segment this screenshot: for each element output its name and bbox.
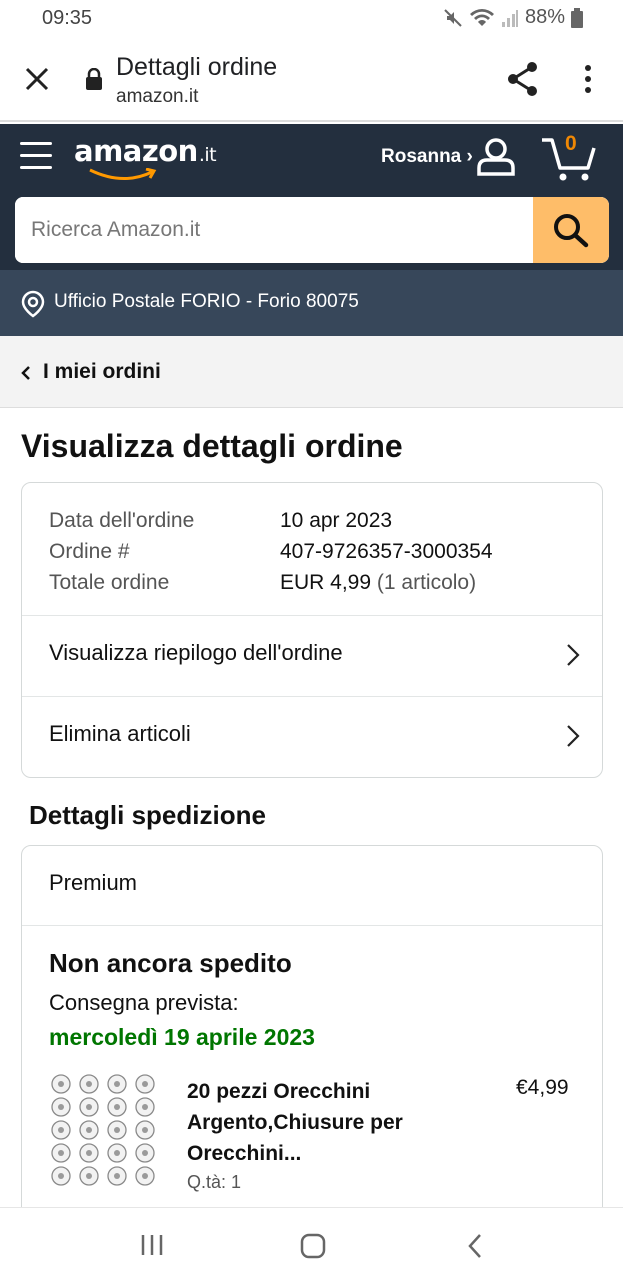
delivery-estimate-date: mercoledì 19 aprile 2023: [49, 1024, 315, 1050]
delete-items-link[interactable]: Elimina articoli: [22, 697, 602, 777]
info-label: Ordine #: [49, 540, 130, 563]
share-icon[interactable]: [506, 60, 540, 98]
product-image[interactable]: [49, 1072, 163, 1188]
info-label: Totale ordine: [49, 571, 170, 594]
product-title-link[interactable]: 20 pezzi Orecchini Argento,Chiusure per …: [187, 1076, 447, 1169]
wifi-icon: [469, 8, 494, 26]
lock-icon[interactable]: [84, 68, 104, 90]
status-bar: 09:35 88%: [0, 0, 623, 40]
order-date-row: Data dell'ordine 10 apr 2023: [49, 505, 493, 536]
logo-smile-icon: [89, 168, 157, 181]
info-value: 10 apr 2023: [280, 509, 393, 532]
signal-icon: [501, 9, 518, 27]
battery-icon: [571, 7, 583, 28]
info-label: Data dell'ordine: [49, 509, 195, 532]
order-number-row: Ordine # 407-9726357-3000354: [49, 536, 493, 567]
chevron-right-icon: [567, 725, 580, 747]
back-icon[interactable]: [466, 1233, 484, 1259]
shipment-status: Non ancora spedito: [49, 948, 292, 978]
order-total-value: EUR 4,99: [280, 571, 372, 594]
view-order-summary-link[interactable]: Visualizza riepilogo dell'ordine: [22, 616, 602, 696]
delivery-location-bar[interactable]: Ufficio Postale FORIO - Forio 80075: [0, 270, 623, 336]
browser-toolbar: Dettagli ordine amazon.it: [0, 40, 623, 122]
cart-count-badge: 0: [565, 132, 577, 155]
shipping-heading: Dettagli spedizione: [29, 800, 266, 830]
product-quantity: Q.tà: 1: [187, 1172, 242, 1192]
divider: [22, 925, 602, 926]
chevron-right-icon: [567, 644, 580, 666]
search-bar: [15, 197, 609, 263]
status-icons: 88%: [443, 6, 583, 29]
search-input[interactable]: [15, 197, 535, 263]
system-navigation-bar: [0, 1207, 623, 1280]
delivery-estimate-label: Consegna prevista:: [49, 990, 239, 1015]
chevron-left-icon: [21, 366, 30, 380]
breadcrumb[interactable]: I miei ordini: [0, 336, 623, 408]
location-pin-icon: [21, 290, 45, 318]
battery-level: 88%: [524, 6, 565, 28]
page-heading: Visualizza dettagli ordine: [21, 428, 403, 464]
shipping-type: Premium: [49, 870, 138, 895]
close-icon[interactable]: [20, 62, 54, 96]
mute-icon: [444, 8, 462, 27]
delivery-location-text: Ufficio Postale FORIO - Forio 80075: [54, 291, 359, 312]
recent-apps-icon[interactable]: [140, 1234, 164, 1256]
info-value: 407-9726357-3000354: [280, 540, 493, 563]
page-url[interactable]: amazon.it: [116, 86, 198, 108]
search-icon: [554, 214, 589, 248]
search-button[interactable]: [533, 197, 609, 263]
home-icon[interactable]: [300, 1233, 326, 1259]
info-value: EUR 4,99 (1 articolo): [280, 567, 476, 598]
order-item-count: (1 articolo): [376, 571, 477, 594]
product-price: €4,99: [516, 1076, 569, 1099]
user-icon[interactable]: [476, 136, 516, 176]
page-title[interactable]: Dettagli ordine: [116, 53, 277, 82]
link-label: Visualizza riepilogo dell'ordine: [49, 640, 343, 665]
amazon-header: amazon.it Rosanna › 0: [0, 124, 623, 270]
amazon-logo[interactable]: amazon.it: [74, 134, 217, 168]
account-link[interactable]: Rosanna ›: [381, 146, 473, 168]
more-vert-icon[interactable]: [576, 62, 600, 96]
order-summary-card: Data dell'ordine 10 apr 2023 Ordine # 40…: [21, 482, 603, 778]
breadcrumb-my-orders[interactable]: I miei ordini: [43, 360, 161, 384]
link-label: Elimina articoli: [49, 721, 191, 746]
order-info: Data dell'ordine 10 apr 2023 Ordine # 40…: [49, 505, 493, 598]
order-total-row: Totale ordine EUR 4,99 (1 articolo): [49, 567, 493, 598]
status-time: 09:35: [42, 7, 93, 29]
hamburger-icon[interactable]: [20, 142, 52, 172]
